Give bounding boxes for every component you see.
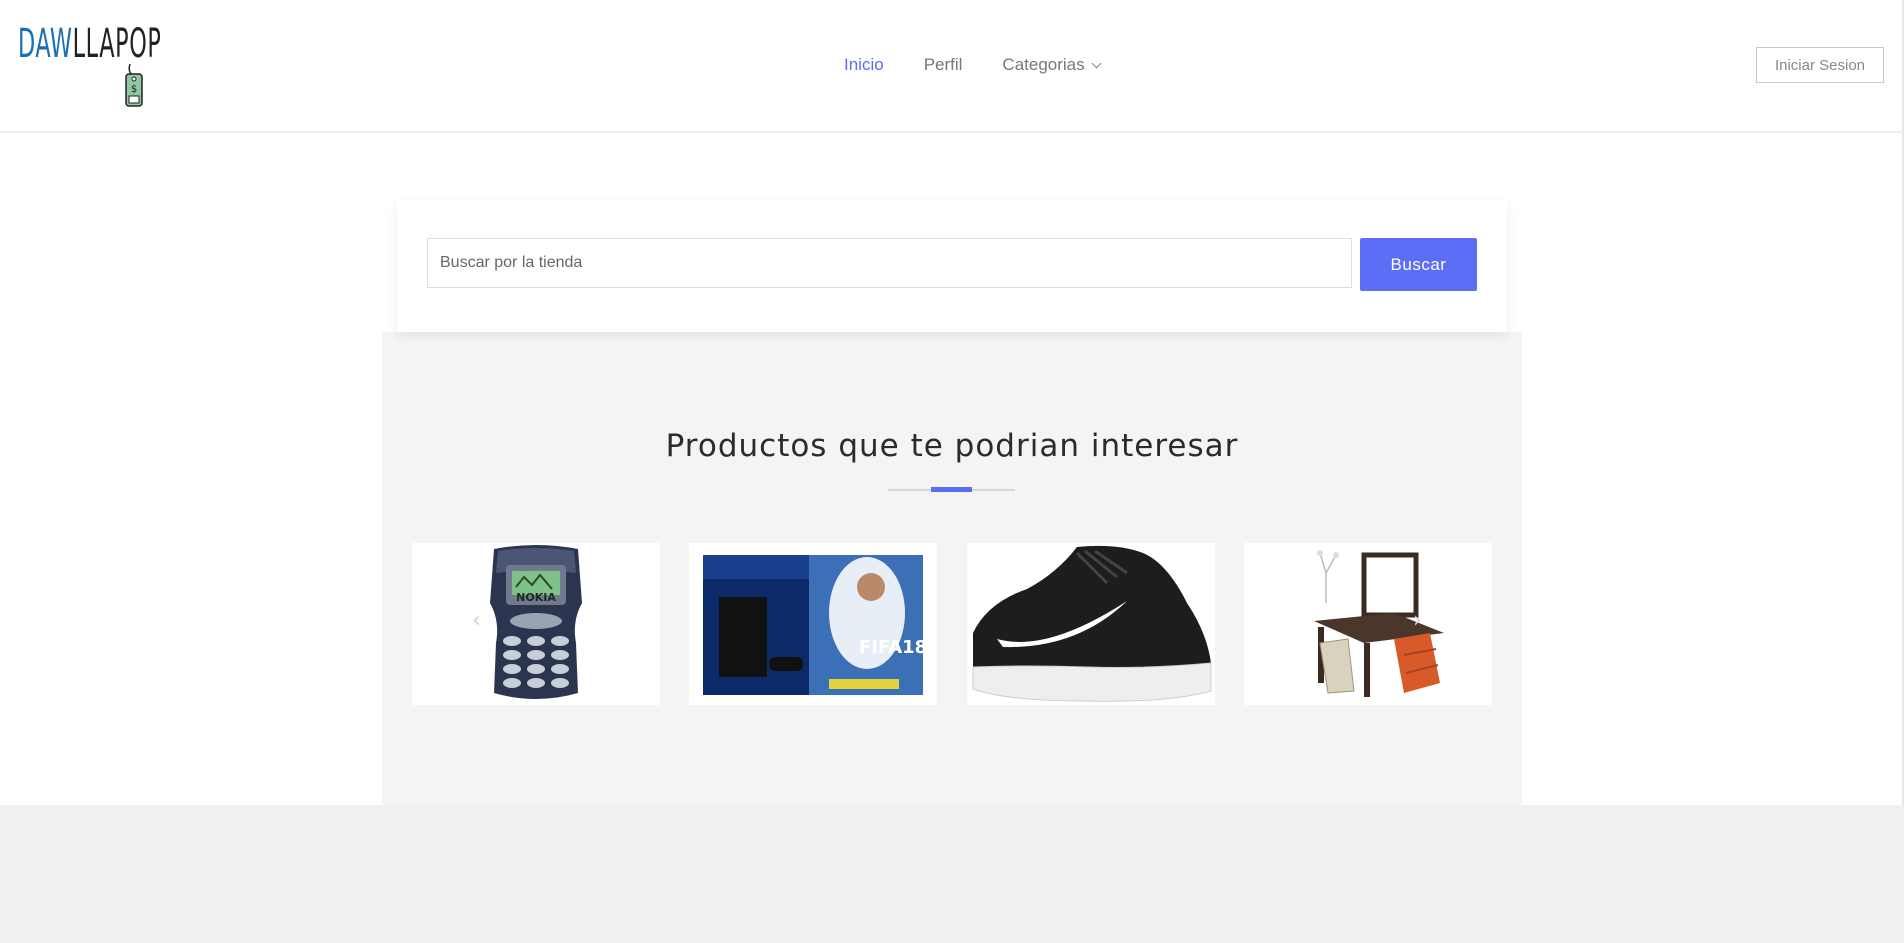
price-tag-icon: $ [125,63,143,107]
nav-item-inicio[interactable]: Inicio [844,54,884,76]
logo-wordmark: DAWLLAPOP [18,20,161,68]
footer-area [0,805,1904,943]
svg-text:FIFA18: FIFA18 [859,637,927,658]
product-card[interactable] [1244,543,1492,705]
main-nav: Inicio Perfil Categorias [844,54,1140,76]
sneaker-image [967,543,1215,705]
logo-text-llapop: LLAPOP [72,21,162,67]
carousel-prev-arrow-icon[interactable]: ‹ [472,608,481,633]
logo-text-daw: DAW [18,21,73,67]
nokia-phone-image: NOKIA [412,543,660,705]
svg-text:NOKIA: NOKIA [516,591,556,604]
search-button[interactable]: Buscar [1360,238,1477,291]
nav-label-inicio: Inicio [844,55,884,74]
desk-image [1244,543,1492,705]
nav-label-categorias: Categorias [1002,55,1085,74]
site-header: DAWLLAPOP $ Inicio Perfil Categorias Ini… [0,0,1904,132]
svg-text:$: $ [131,84,137,95]
ps4-box-image: FIFA18 [689,543,937,705]
product-card[interactable]: NOKIA [412,543,660,705]
nav-item-perfil[interactable]: Perfil [924,54,963,76]
search-card: Buscar [397,200,1507,332]
carousel-next-arrow-icon[interactable]: › [1413,608,1422,633]
login-button-label: Iniciar Sesion [1774,56,1866,74]
chevron-down-icon [1091,58,1102,68]
search-input[interactable] [427,238,1352,288]
brand-logo[interactable]: DAWLLAPOP $ [18,20,161,110]
product-card[interactable]: FIFA18 [689,543,937,705]
product-card[interactable] [967,543,1215,705]
section-title: Productos que te podrian interesar [665,428,1239,464]
nav-item-categorias[interactable]: Categorias [1002,54,1102,76]
nav-label-perfil: Perfil [923,55,963,74]
login-button[interactable]: Iniciar Sesion [1756,47,1884,83]
title-divider-accent [931,487,972,492]
